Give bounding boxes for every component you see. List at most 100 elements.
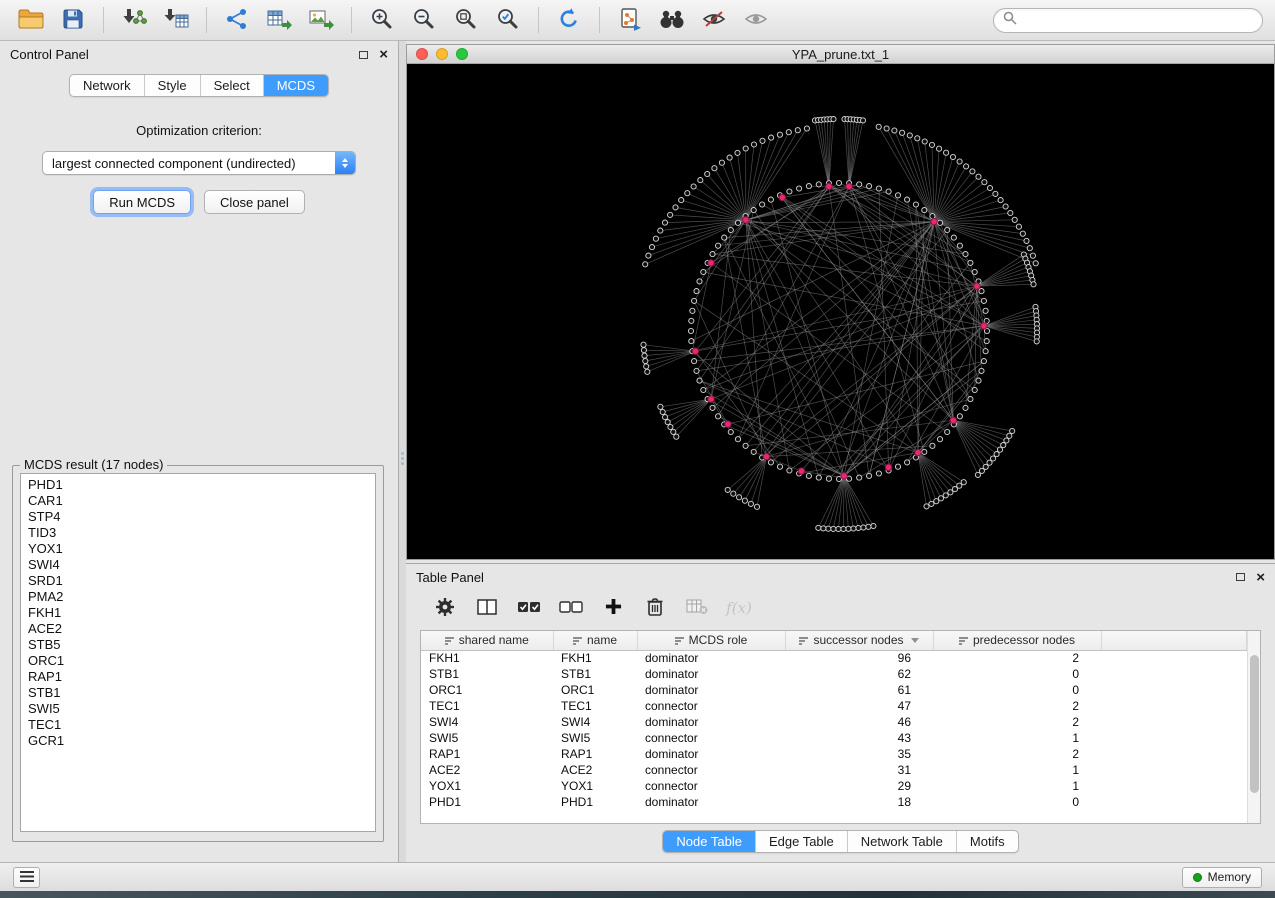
network-node[interactable] <box>944 150 949 155</box>
zoom-in-button[interactable] <box>363 4 401 36</box>
vertical-splitter[interactable] <box>399 41 406 862</box>
network-node[interactable] <box>642 353 647 358</box>
dominator-node[interactable] <box>692 348 698 354</box>
network-node[interactable] <box>983 308 988 313</box>
tab-node-table[interactable]: Node Table <box>663 831 756 852</box>
network-node[interactable] <box>934 499 939 504</box>
network-node[interactable] <box>674 434 679 439</box>
network-node[interactable] <box>816 475 821 480</box>
network-node[interactable] <box>710 252 715 257</box>
dominator-node[interactable] <box>798 468 804 474</box>
network-node[interactable] <box>984 339 989 344</box>
network-node[interactable] <box>760 202 765 207</box>
network-node[interactable] <box>692 298 697 303</box>
column-header-name[interactable]: name <box>553 631 637 650</box>
network-node[interactable] <box>1001 443 1006 448</box>
network-node[interactable] <box>751 449 756 454</box>
table-row[interactable]: RAP1RAP1dominator352 <box>421 746 1247 762</box>
network-node[interactable] <box>727 155 732 160</box>
mcds-result-item[interactable]: PMA2 <box>28 589 375 605</box>
mcds-result-item[interactable]: FKH1 <box>28 605 375 621</box>
open-session-button[interactable] <box>12 4 50 36</box>
network-node[interactable] <box>710 405 715 410</box>
network-node[interactable] <box>641 348 646 353</box>
dominator-node[interactable] <box>950 417 956 423</box>
network-node[interactable] <box>963 405 968 410</box>
network-node[interactable] <box>937 220 942 225</box>
network-node[interactable] <box>892 128 897 133</box>
mcds-result-item[interactable]: CAR1 <box>28 493 375 509</box>
network-node[interactable] <box>768 197 773 202</box>
network-node[interactable] <box>644 364 649 369</box>
network-node[interactable] <box>1031 282 1036 287</box>
network-node[interactable] <box>728 227 733 232</box>
network-node[interactable] <box>668 424 673 429</box>
table-row[interactable]: SWI4SWI4dominator462 <box>421 714 1247 730</box>
network-node[interactable] <box>987 460 992 465</box>
table-row[interactable]: ACE2ACE2connector311 <box>421 762 1247 778</box>
import-table-button[interactable] <box>157 4 195 36</box>
network-node[interactable] <box>735 150 740 155</box>
network-graph[interactable] <box>407 64 1274 559</box>
network-node[interactable] <box>987 185 992 190</box>
tab-network-table[interactable]: Network Table <box>848 831 957 852</box>
dominator-node[interactable] <box>708 396 714 402</box>
column-header-successor-nodes[interactable]: successor nodes <box>785 631 933 650</box>
network-node[interactable] <box>1010 428 1015 433</box>
network-node[interactable] <box>871 523 876 528</box>
network-node[interactable] <box>950 154 955 159</box>
network-node[interactable] <box>937 437 942 442</box>
network-node[interactable] <box>737 495 742 500</box>
network-node[interactable] <box>851 526 856 531</box>
export-image-button[interactable] <box>302 4 340 36</box>
network-node[interactable] <box>665 420 670 425</box>
network-titlebar[interactable]: YPA_prune.txt_1 <box>407 45 1274 64</box>
network-node[interactable] <box>979 468 984 473</box>
network-node[interactable] <box>915 136 920 141</box>
network-node[interactable] <box>742 498 747 503</box>
network-node[interactable] <box>1003 204 1008 209</box>
network-node[interactable] <box>658 404 663 409</box>
close-panel-button[interactable]: Close panel <box>204 190 305 214</box>
network-node[interactable] <box>938 496 943 501</box>
close-panel-icon[interactable]: × <box>379 47 388 62</box>
network-node[interactable] <box>979 368 984 373</box>
network-node[interactable] <box>694 289 699 294</box>
save-session-button[interactable] <box>54 4 92 36</box>
mcds-result-item[interactable]: STB5 <box>28 637 375 653</box>
dominator-node[interactable] <box>841 473 847 479</box>
dominator-node[interactable] <box>779 194 785 200</box>
network-node[interactable] <box>716 414 721 419</box>
float-panel-icon[interactable] <box>359 51 368 59</box>
network-node[interactable] <box>957 159 962 164</box>
close-panel-icon[interactable]: × <box>1256 570 1265 585</box>
dominator-node[interactable] <box>931 218 937 224</box>
network-node[interactable] <box>867 473 872 478</box>
network-node[interactable] <box>994 452 999 457</box>
network-node[interactable] <box>1033 261 1038 266</box>
network-node[interactable] <box>1007 433 1012 438</box>
network-node[interactable] <box>748 501 753 506</box>
network-node[interactable] <box>679 198 684 203</box>
network-node[interactable] <box>663 415 668 420</box>
network-node[interactable] <box>643 358 648 363</box>
table-row[interactable]: STB1STB1dominator620 <box>421 666 1247 682</box>
network-node[interactable] <box>1012 217 1017 222</box>
network-node[interactable] <box>689 318 694 323</box>
network-node[interactable] <box>751 142 756 147</box>
network-node[interactable] <box>646 253 651 258</box>
network-node[interactable] <box>777 132 782 137</box>
tab-style[interactable]: Style <box>145 75 201 96</box>
dominator-node[interactable] <box>915 449 921 455</box>
network-node[interactable] <box>943 493 948 498</box>
dominator-node[interactable] <box>743 217 749 223</box>
network-node[interactable] <box>641 342 646 347</box>
mcds-result-item[interactable]: YOX1 <box>28 541 375 557</box>
network-node[interactable] <box>876 124 881 129</box>
network-node[interactable] <box>728 429 733 434</box>
network-node[interactable] <box>716 243 721 248</box>
network-node[interactable] <box>816 182 821 187</box>
table-scrollbar-thumb[interactable] <box>1250 655 1259 793</box>
criterion-dropdown[interactable]: largest connected component (undirected) <box>42 151 356 175</box>
network-node[interactable] <box>671 429 676 434</box>
